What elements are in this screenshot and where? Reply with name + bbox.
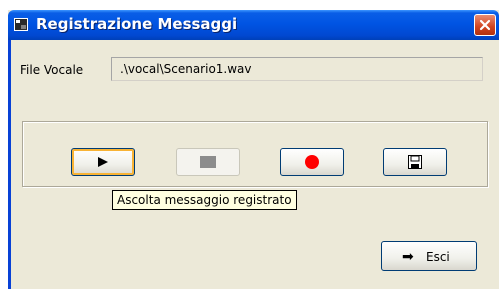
window-border <box>8 40 11 289</box>
stop-button[interactable] <box>176 148 240 176</box>
app-icon <box>14 18 28 31</box>
file-path-value: .\vocal\Scenario1.wav <box>120 62 252 76</box>
stop-icon <box>200 156 216 168</box>
save-button[interactable] <box>383 148 447 176</box>
record-button[interactable] <box>280 148 344 176</box>
title-bar[interactable]: Registrazione Messaggi <box>8 10 499 40</box>
file-label: File Vocale <box>20 63 84 77</box>
window-title: Registrazione Messaggi <box>36 15 238 33</box>
close-icon <box>479 19 491 31</box>
play-icon <box>98 157 108 167</box>
record-icon <box>305 155 319 169</box>
exit-button-label: Esci <box>426 250 450 264</box>
play-button[interactable] <box>71 148 135 176</box>
file-path-field[interactable]: .\vocal\Scenario1.wav <box>111 57 483 81</box>
close-button[interactable] <box>474 14 496 36</box>
tooltip: Ascolta messaggio registrato <box>112 190 297 210</box>
arrow-right-icon: ➡ <box>402 249 414 265</box>
save-icon <box>408 155 422 169</box>
exit-button[interactable]: ➡ Esci <box>381 241 477 271</box>
